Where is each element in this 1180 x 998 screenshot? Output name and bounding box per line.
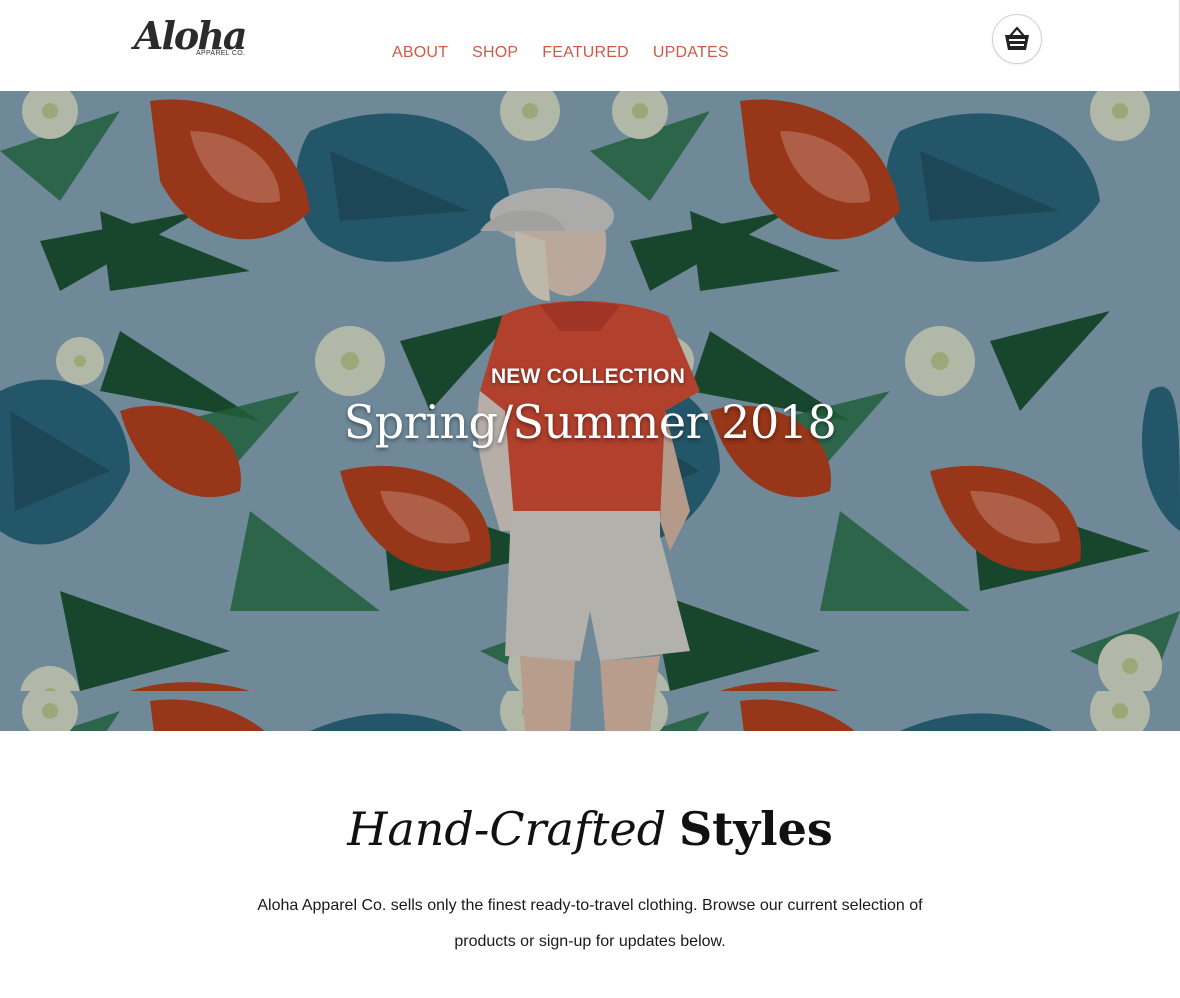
shopping-basket-icon: [1005, 26, 1029, 50]
nav-updates[interactable]: UPDATES: [653, 44, 729, 62]
hero-title: Spring/Summer 2018: [343, 395, 837, 449]
brand-logo[interactable]: Aloha APPAREL CO.: [134, 14, 254, 64]
brand-subtitle: APPAREL CO.: [196, 50, 246, 57]
section-title-bold: Styles: [678, 802, 833, 856]
main-nav: ABOUT SHOP FEATURED UPDATES: [392, 44, 729, 62]
nav-shop[interactable]: SHOP: [472, 44, 518, 62]
site-header: Aloha APPAREL CO. ABOUT SHOP FEATURED UP…: [0, 0, 1180, 91]
section-title: Hand-Crafted Styles: [0, 802, 1180, 856]
cart-button[interactable]: [992, 14, 1042, 64]
hero-kicker: NEW COLLECTION: [490, 365, 686, 388]
hero-banner: NEW COLLECTION Spring/Summer 2018: [0, 91, 1180, 731]
section-title-italic: Hand-Crafted: [347, 802, 667, 856]
nav-featured[interactable]: FEATURED: [542, 44, 629, 62]
nav-about[interactable]: ABOUT: [392, 44, 448, 62]
section-description: Aloha Apparel Co. sells only the finest …: [257, 897, 923, 950]
hero-text: NEW COLLECTION Spring/Summer 2018: [0, 365, 1180, 449]
